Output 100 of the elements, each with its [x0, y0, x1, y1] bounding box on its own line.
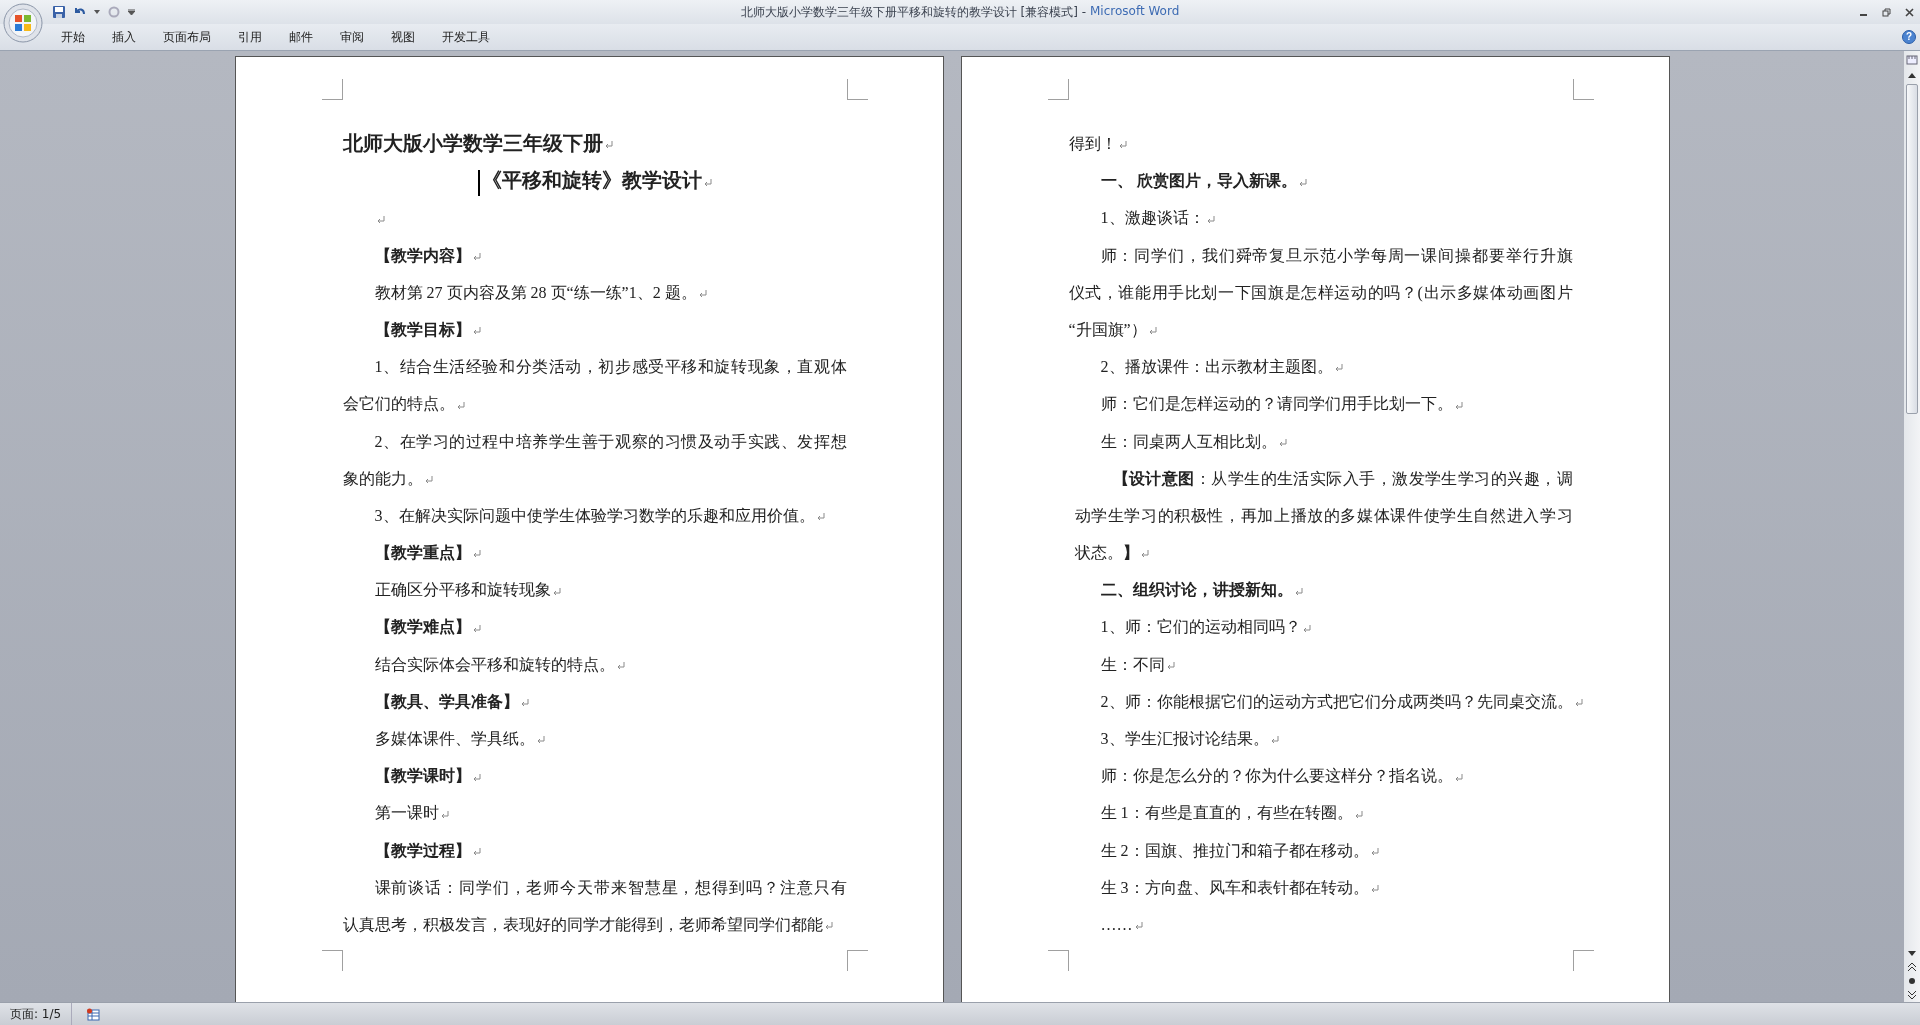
crop-mark	[1572, 950, 1594, 971]
paragraph-mark-icon	[1278, 438, 1287, 447]
ribbon-tab[interactable]: 邮件	[276, 26, 326, 48]
app-name: Microsoft Word	[1090, 3, 1180, 20]
ribbon-tab[interactable]: 开发工具	[429, 26, 503, 48]
help-button[interactable]: ?	[1902, 30, 1916, 44]
crop-mark	[1047, 950, 1069, 971]
ruler-toggle-icon[interactable]	[1906, 54, 1918, 66]
paragraph-mark-icon	[1270, 736, 1279, 745]
paragraph-mark-icon	[472, 847, 481, 856]
paragraph: 师：它们是怎样运动的？请同学们用手比划一下。	[1068, 385, 1573, 423]
paragraph: 北师大版小学数学三年级下册	[342, 125, 847, 163]
paragraph: 师：同学们，我们舜帝复旦示范小学每周一课间操都要举行升旗 仪式，谁能用手比划一下国旗是怎样运动的吗？(出示多媒体动画图片 “升国旗”）	[1068, 245, 1573, 340]
vertical-scrollbar[interactable]	[1904, 51, 1920, 1002]
paragraph-mark-icon	[1148, 327, 1157, 336]
paragraph: 【教学目标】	[342, 310, 847, 349]
ribbon-tab[interactable]: 插入	[99, 26, 149, 48]
paragraph: 1、结合生活经验和分类活动，初步感受平移和旋转现象，直观体 会它们的特点。	[342, 357, 847, 415]
paragraph-mark-icon	[1370, 885, 1379, 894]
paragraph: 二、组织讨论，讲授新知。	[1068, 571, 1573, 609]
crop-mark	[846, 950, 868, 971]
paragraph: 2、在学习的过程中培养学生善于观察的习惯及动手实践、发挥想 象的能力。	[342, 431, 847, 489]
scrollbar-thumb[interactable]	[1906, 84, 1918, 414]
crop-mark	[1572, 79, 1594, 100]
paragraph: 【教具、学具准备】	[342, 682, 847, 720]
paragraph-mark-icon	[472, 327, 481, 336]
next-page-icon[interactable]	[1908, 991, 1916, 999]
paragraph-mark-icon	[520, 699, 529, 708]
office-button-icon[interactable]	[3, 3, 43, 43]
paragraph: 3、在解决实际问题中使学生体验学习数学的乐趣和应用价值。	[342, 496, 847, 535]
ribbon-tab[interactable]: 引用	[225, 26, 275, 48]
macro-record-icon[interactable]	[86, 1007, 101, 1021]
paragraph-mark-icon	[1140, 550, 1149, 559]
customize-caret-icon[interactable]	[128, 8, 135, 16]
crop-mark	[321, 950, 343, 971]
paragraph-mark-icon	[604, 141, 613, 150]
paragraph: 【教学重点】	[342, 534, 847, 572]
ribbon-tab[interactable]: 审阅	[327, 26, 377, 48]
paragraph: 1、激趣谈话：	[1068, 199, 1573, 237]
paragraph-mark-icon	[698, 290, 707, 299]
paragraph-mark-icon	[1294, 587, 1303, 596]
paragraph-mark-icon	[376, 215, 385, 224]
paragraph-mark-icon	[1454, 773, 1463, 782]
paragraph-mark-icon	[1370, 847, 1379, 856]
scroll-down-icon[interactable]	[1908, 951, 1916, 957]
paragraph: 结合实际体会平移和旋转的特点。	[342, 645, 847, 683]
paragraph-mark-icon	[536, 736, 545, 745]
paragraph-mark-icon	[1298, 178, 1307, 187]
paragraph-mark-icon	[1302, 624, 1311, 633]
paragraph: 正确区分平移和旋转现象	[342, 571, 847, 609]
paragraph: 生 2：国旗、推拉门和箱子都在移动。	[1068, 831, 1573, 869]
paragraph-mark-icon	[472, 252, 481, 261]
paragraph: 【教学课时】	[342, 757, 847, 795]
crop-mark	[321, 79, 343, 100]
paragraph: 生 3：方向盘、风车和表针都在转动。	[1068, 868, 1573, 906]
paragraph: 第一课时	[342, 794, 847, 832]
browse-object-icon[interactable]	[1908, 977, 1916, 985]
paragraph: 1、师：它们的运动相同吗？	[1068, 608, 1573, 646]
ribbon-tab[interactable]: 视图	[378, 26, 428, 48]
paragraph: 师：你是怎么分的？你为什么要这样分？指名说。	[1068, 757, 1573, 795]
dropdown-caret-icon[interactable]	[94, 9, 100, 15]
paragraph: 【教学难点】	[342, 608, 847, 646]
paragraph: 【教学过程】	[342, 831, 847, 869]
paragraph-mark-icon	[1134, 922, 1143, 931]
paragraph: 课前谈话：同学们，老师今天带来智慧星，想得到吗？注意只有 认真思考，积极发言，表现好的同学才能得到，老师希望同学们都能	[342, 877, 847, 935]
page-indicator[interactable]: 页面: 1/5	[0, 1003, 73, 1025]
paragraph: 生：同桌两人互相比划。	[1068, 422, 1573, 460]
restore-icon[interactable]	[1882, 7, 1891, 17]
paragraph-mark-icon	[424, 476, 433, 484]
paragraph-mark-icon	[472, 624, 481, 633]
paragraph-mark-icon	[1206, 215, 1215, 224]
paragraph: ……	[1068, 905, 1573, 944]
paragraph-mark-icon	[824, 922, 833, 931]
paragraph-mark-icon	[816, 513, 825, 522]
paragraph: 2、师：你能根据它们的运动方式把它们分成两类吗？先同桌交流。	[1068, 682, 1573, 720]
paragraph: 得到！	[1068, 125, 1573, 163]
paragraph: 3、学生汇报讨论结果。	[1068, 720, 1573, 758]
paragraph-mark-icon	[1574, 699, 1583, 708]
paragraph-mark-icon	[472, 550, 481, 559]
ribbon-tab[interactable]: 开始	[48, 26, 98, 48]
scroll-up-icon[interactable]	[1908, 72, 1916, 78]
paragraph-mark-icon	[1118, 141, 1127, 150]
paragraph-mark-icon	[1454, 401, 1463, 410]
paragraph: 【设计意图：从学生的生活实际入手，激发学生学习的兴趣，调 动学生学习的积极性，再加上播放的多媒体课件使学生自然进入学习 状态。】	[1074, 468, 1573, 564]
paragraph: 多媒体课件、学具纸。	[342, 720, 847, 758]
paragraph: 一、 欣赏图片，导入新课。	[1068, 162, 1573, 200]
paragraph: 教材第 27 页内容及第 28 页“练一练”1、2 题。	[342, 273, 847, 311]
ribbon-tab[interactable]: 页面布局	[150, 26, 224, 48]
paragraph: 生：不同	[1068, 645, 1573, 683]
paragraph: 生 1：有些是直直的，有些在转圈。	[1068, 794, 1573, 832]
paragraph-mark-icon	[1354, 810, 1363, 819]
crop-mark	[846, 79, 868, 100]
paragraph-mark-icon	[616, 661, 625, 670]
close-icon[interactable]	[1905, 7, 1914, 17]
crop-mark	[1047, 79, 1069, 100]
paragraph-mark-icon	[472, 773, 481, 782]
save-icon[interactable]	[52, 5, 66, 19]
previous-page-icon[interactable]	[1908, 963, 1916, 971]
window-title: 北师大版小学数学三年级下册平移和旋转的教学设计 [兼容模式] -	[740, 3, 1086, 21]
paragraph: 《平移和旋转》教学设计	[342, 162, 847, 200]
